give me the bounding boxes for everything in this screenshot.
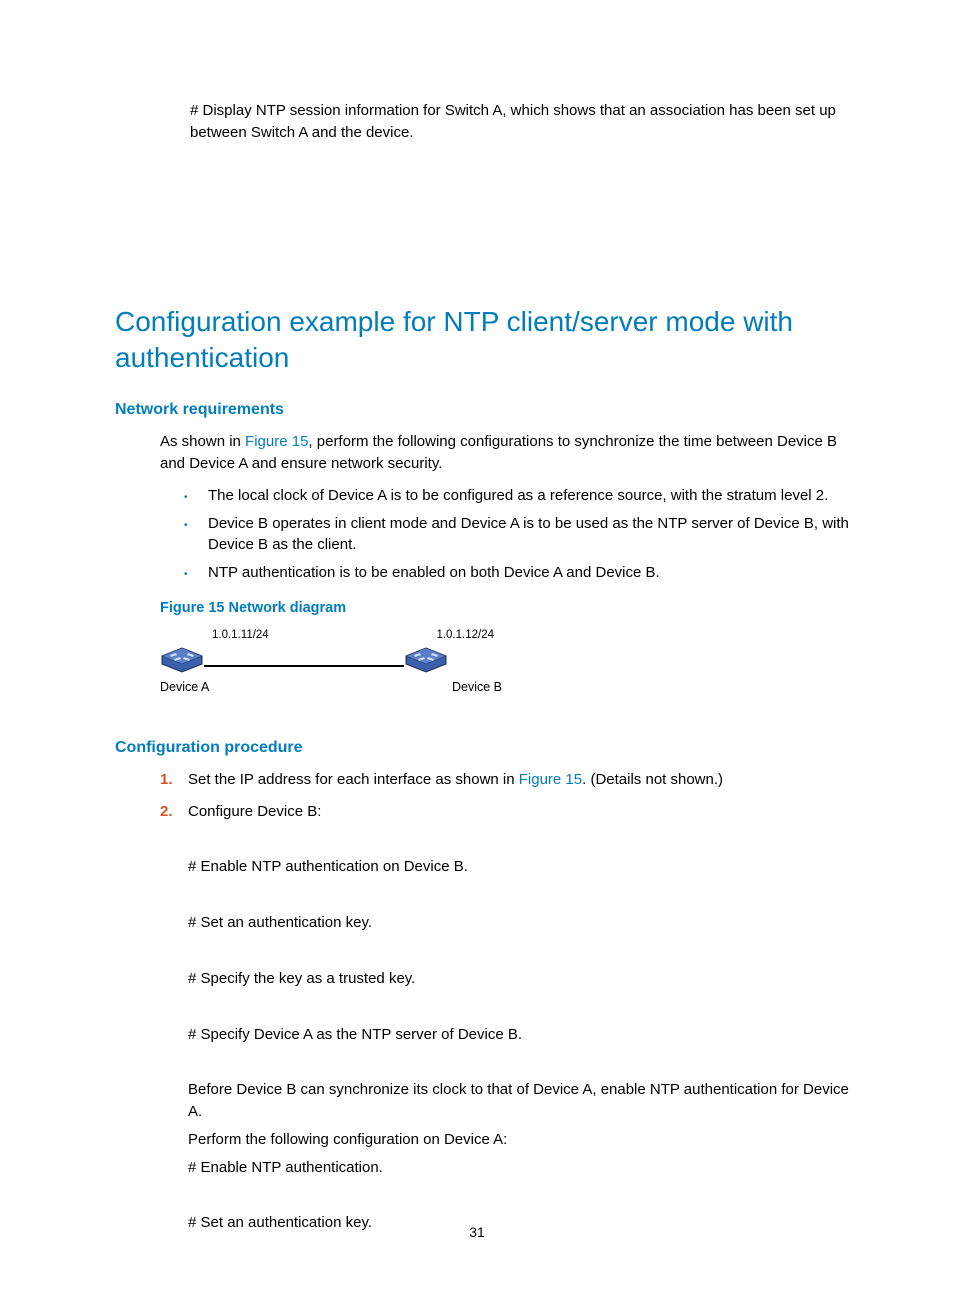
procedure-list: 1. Set the IP address for each interface… <box>160 769 864 1234</box>
netreq-lead: As shown in Figure 15, perform the follo… <box>160 431 864 475</box>
requirements-list: The local clock of Device A is to be con… <box>180 485 864 584</box>
figure-15-link[interactable]: Figure 15 <box>519 771 582 788</box>
step-number: 1. <box>160 769 173 791</box>
step-1: 1. Set the IP address for each interface… <box>160 769 864 791</box>
cmd-line: # Enable NTP authentication on Device B. <box>188 856 864 878</box>
intro-paragraph: # Display NTP session information for Sw… <box>190 100 864 144</box>
step-2: 2. Configure Device B: # Enable NTP auth… <box>160 801 864 1235</box>
figure-15-link[interactable]: Figure 15 <box>245 433 308 450</box>
ip-label-b: 1.0.1.12/24 <box>436 627 494 644</box>
switch-icon <box>404 646 448 674</box>
network-diagram: 1.0.1.11/24 1.0.1.12/24 Device A Devi <box>160 627 874 696</box>
note-paragraph: Before Device B can synchronize its cloc… <box>188 1079 864 1123</box>
device-a-label: Device A <box>160 678 209 696</box>
text: Set the IP address for each interface as… <box>188 771 519 788</box>
switch-icon <box>160 646 204 674</box>
subsection-config-procedure: Configuration procedure <box>115 736 874 759</box>
cmd-line: # Set an authentication key. <box>188 912 864 934</box>
list-item: The local clock of Device A is to be con… <box>180 485 864 507</box>
page-number: 31 <box>0 1222 954 1242</box>
figure-caption: Figure 15 Network diagram <box>160 598 874 619</box>
link-line <box>204 665 404 667</box>
ip-label-a: 1.0.1.11/24 <box>212 627 269 644</box>
note-paragraph: Perform the following configuration on D… <box>188 1129 864 1151</box>
text: . (Details not shown.) <box>582 771 723 788</box>
device-b-label: Device B <box>452 678 502 696</box>
text: As shown in <box>160 433 245 450</box>
cmd-line: # Specify the key as a trusted key. <box>188 968 864 990</box>
cmd-line: # Specify Device A as the NTP server of … <box>188 1024 864 1046</box>
section-heading: Configuration example for NTP client/ser… <box>115 304 874 377</box>
list-item: NTP authentication is to be enabled on b… <box>180 562 864 584</box>
cmd-line: # Enable NTP authentication. <box>188 1157 864 1179</box>
list-item: Device B operates in client mode and Dev… <box>180 513 864 557</box>
subsection-network-requirements: Network requirements <box>115 398 874 421</box>
step-number: 2. <box>160 801 173 823</box>
step-header: Configure Device B: <box>188 801 864 823</box>
